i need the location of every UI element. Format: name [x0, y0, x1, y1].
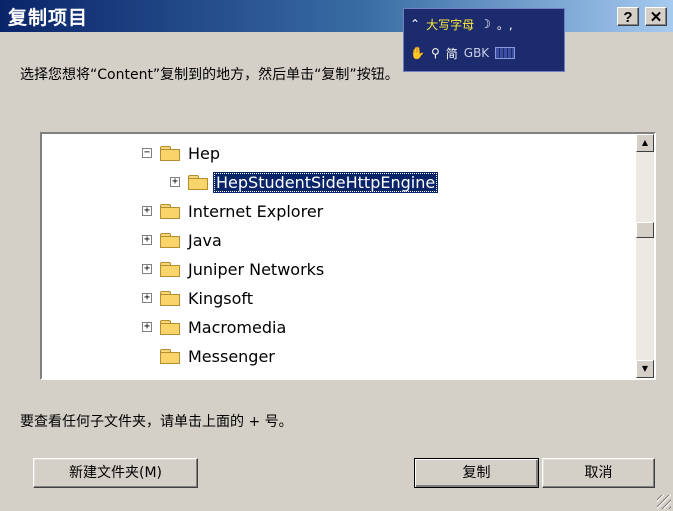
expand-icon[interactable]: +	[142, 206, 152, 216]
tree-item[interactable]: + HepStudentSideHttpEngine	[170, 169, 439, 195]
resize-grip[interactable]	[657, 495, 671, 509]
scroll-thumb[interactable]	[636, 222, 654, 238]
new-folder-button[interactable]: 新建文件夹(M)	[33, 458, 198, 488]
folder-icon	[160, 145, 180, 161]
tree-item-label: Juniper Networks	[188, 259, 325, 279]
tree-item-label: Internet Explorer	[188, 201, 324, 221]
ime-case-mode[interactable]: 大写字母	[426, 16, 474, 33]
copy-button[interactable]: 复制	[414, 458, 539, 488]
expand-icon[interactable]: +	[142, 322, 152, 332]
tree-item[interactable]: + Kingsoft	[142, 285, 256, 311]
ime-moon-icon[interactable]: ☽	[480, 17, 491, 31]
tree-item[interactable]: − Hep	[142, 140, 223, 166]
expand-icon[interactable]: +	[142, 235, 152, 245]
close-button[interactable]: ✕	[645, 7, 667, 26]
folder-icon	[188, 174, 208, 190]
hint-text: 要查看任何子文件夹，请单击上面的 + 号。	[20, 414, 293, 430]
tree-item[interactable]: + Macromedia	[142, 314, 289, 340]
ime-hand-icon[interactable]: ✋	[410, 46, 425, 60]
title-bar[interactable]: 复制项目 ? ✕	[0, 0, 673, 32]
ime-toolbar[interactable]: ⌃ 大写字母 ☽ 。, ✋ ⚲ 简 GBK	[403, 8, 565, 72]
tree-item-label: Kingsoft	[188, 288, 253, 308]
ime-collapse-icon[interactable]: ⌃	[410, 17, 420, 31]
tree-item[interactable]: + Internet Explorer	[142, 198, 326, 224]
ime-encoding[interactable]: GBK	[464, 46, 489, 60]
tree-item-label: Messenger	[188, 346, 275, 366]
tree-item-label: HepStudentSideHttpEngine	[213, 171, 439, 193]
scroll-down-button[interactable]: ▼	[636, 360, 654, 378]
folder-icon	[160, 232, 180, 248]
tree-item-label: Java	[188, 230, 222, 250]
folder-icon	[160, 290, 180, 306]
tree-item[interactable]: + Juniper Networks	[142, 256, 327, 282]
cancel-button[interactable]: 取消	[542, 458, 655, 488]
ime-charset-mode[interactable]: 简	[446, 45, 458, 62]
ime-punct[interactable]: 。,	[497, 16, 513, 33]
expand-icon[interactable]: +	[142, 264, 152, 274]
tree-item[interactable]: + Java	[142, 227, 225, 253]
expand-icon[interactable]: +	[142, 293, 152, 303]
folder-tree[interactable]: − Hep + HepStudentSideHttpEngine + Internet E…	[40, 132, 656, 380]
instruction-text: 选择您想将“Content”复制到的地方，然后单击“复制”按钮。	[20, 67, 399, 83]
help-button[interactable]: ?	[617, 7, 639, 26]
ime-keyboard-icon[interactable]	[495, 47, 516, 59]
folder-icon	[160, 348, 180, 364]
ime-search-icon[interactable]: ⚲	[431, 46, 440, 60]
tree-scrollbar[interactable]: ▲ ▼	[636, 134, 654, 378]
tree-item-label: Macromedia	[188, 317, 287, 337]
scroll-up-button[interactable]: ▲	[636, 134, 654, 152]
collapse-icon[interactable]: −	[142, 148, 152, 158]
folder-icon	[160, 319, 180, 335]
expand-icon[interactable]: +	[170, 177, 180, 187]
tree-item[interactable]: Messenger	[142, 343, 278, 369]
folder-icon	[160, 261, 180, 277]
tree-item-label: Hep	[188, 143, 221, 163]
window-title: 复制项目	[8, 7, 89, 29]
folder-icon	[160, 203, 180, 219]
